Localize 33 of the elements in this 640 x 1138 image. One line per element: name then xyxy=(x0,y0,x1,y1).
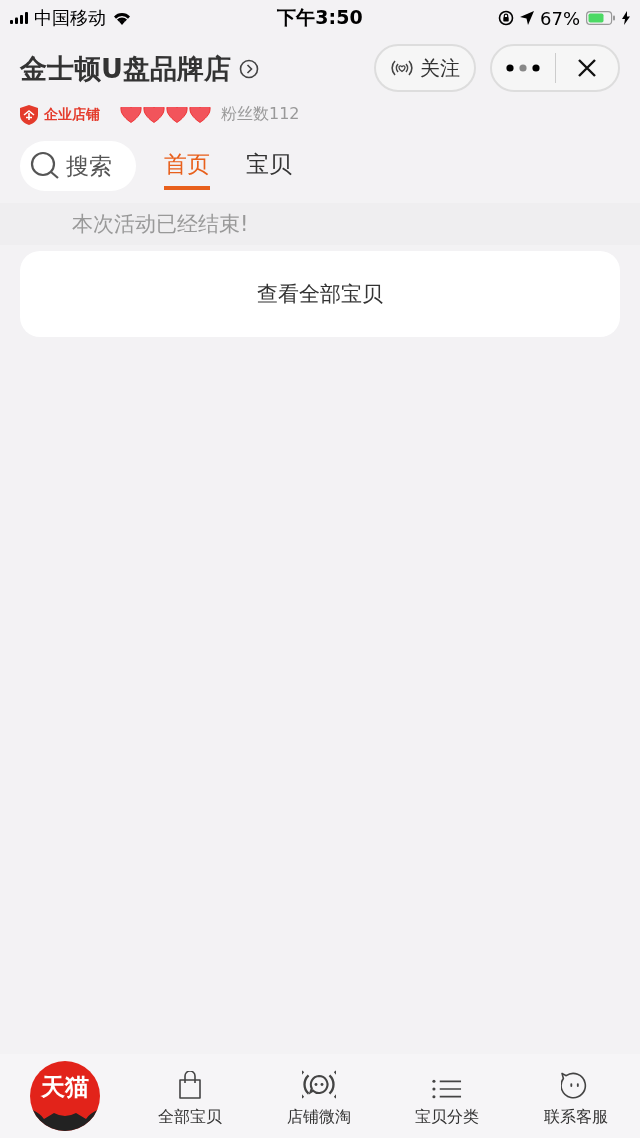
chevron-circle-icon xyxy=(238,59,259,79)
nav-item[interactable]: 联系客服 xyxy=(511,1064,640,1128)
clock-time: 下午3:50 xyxy=(277,5,363,30)
notice-text: 本次活动已经结束! xyxy=(72,211,249,238)
enterprise-badge-label: 企业店铺 xyxy=(44,105,100,124)
more-icon xyxy=(506,64,541,72)
charging-bolt-icon xyxy=(622,11,630,25)
broadcast-chat-icon xyxy=(301,1070,336,1099)
shopping-bag-icon xyxy=(179,1071,202,1099)
nav-item[interactable]: 宝贝分类 xyxy=(383,1064,512,1128)
close-icon xyxy=(576,58,597,78)
shop-name: 金士顿U盘品牌店 xyxy=(20,52,231,86)
tab[interactable]: 宝贝 xyxy=(246,142,292,190)
search-bar[interactable]: 搜索 xyxy=(20,141,136,191)
fan-count: 粉丝数112 xyxy=(221,104,300,125)
follow-button[interactable]: 关注 xyxy=(374,44,476,92)
logo-text: 天猫 xyxy=(41,1072,89,1103)
view-all-button[interactable]: 查看全部宝贝 xyxy=(20,251,620,337)
search-icon xyxy=(30,151,60,181)
battery-percent: 67% xyxy=(540,7,580,29)
carrier-name: 中国移动 xyxy=(34,6,106,30)
nav-item[interactable]: 店铺微淘 xyxy=(254,1064,383,1128)
battery-icon xyxy=(586,11,616,25)
broadcast-heart-icon xyxy=(390,59,414,77)
store-logo[interactable]: 天猫 xyxy=(30,1061,100,1131)
wifi-icon xyxy=(112,11,132,25)
nav-item[interactable]: 全部宝贝 xyxy=(126,1064,255,1128)
rotation-lock-icon xyxy=(498,10,514,26)
location-arrow-icon xyxy=(520,11,534,25)
shield-icon xyxy=(20,104,38,125)
signal-icon xyxy=(10,12,28,24)
list-icon xyxy=(432,1079,463,1099)
search-input-field[interactable]: 搜索 xyxy=(66,153,128,179)
